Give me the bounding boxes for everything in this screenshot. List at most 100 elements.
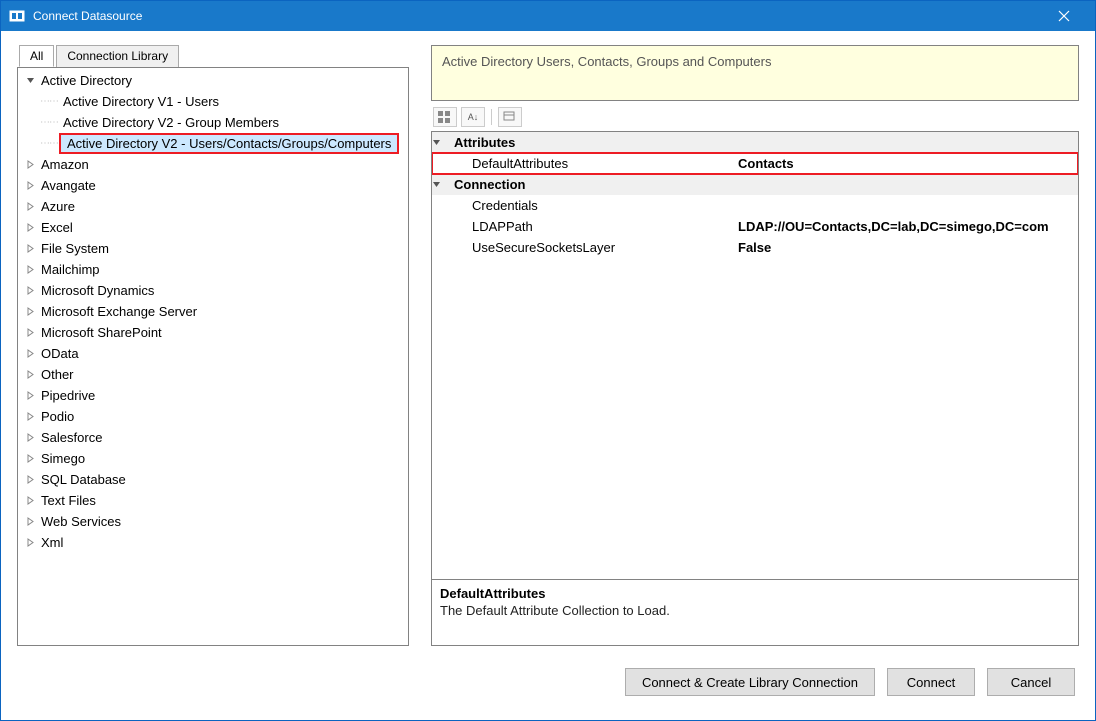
- chevron-right-icon[interactable]: [24, 348, 36, 360]
- right-panel: Active Directory Users, Contacts, Groups…: [431, 45, 1079, 646]
- tree-node-avangate[interactable]: Avangate: [18, 175, 408, 196]
- tree-item-label[interactable]: Salesforce: [38, 429, 105, 446]
- tree-node-microsoft-exchange-server[interactable]: Microsoft Exchange Server: [18, 301, 408, 322]
- tree-node-mailchimp[interactable]: Mailchimp: [18, 259, 408, 280]
- tree-connector-icon: ⋯⋯: [40, 117, 58, 128]
- titlebar: Connect Datasource: [1, 1, 1095, 31]
- tree-node-web-services[interactable]: Web Services: [18, 511, 408, 532]
- property-toolbar: A↓: [431, 105, 1079, 129]
- tree-node-sql-database[interactable]: SQL Database: [18, 469, 408, 490]
- close-button[interactable]: [1041, 1, 1087, 31]
- window-title: Connect Datasource: [33, 9, 1041, 23]
- tree-node-odata[interactable]: OData: [18, 343, 408, 364]
- chevron-right-icon[interactable]: [24, 537, 36, 549]
- category-attributes[interactable]: Attributes: [432, 132, 1078, 153]
- tree-connector-icon: ⋯⋯: [40, 138, 58, 149]
- prop-default-attributes[interactable]: DefaultAttributes Contacts: [432, 153, 1078, 174]
- tree-node-salesforce[interactable]: Salesforce: [18, 427, 408, 448]
- tree-item-label[interactable]: Microsoft Dynamics: [38, 282, 157, 299]
- tree-item-label[interactable]: Microsoft SharePoint: [38, 324, 165, 341]
- categorize-button[interactable]: [433, 107, 457, 127]
- left-panel: All Connection Library Active Directory …: [17, 45, 409, 646]
- tree-node-ad-v1-users[interactable]: ⋯⋯ Active Directory V1 - Users: [18, 91, 408, 112]
- chevron-right-icon[interactable]: [24, 411, 36, 423]
- chevron-right-icon[interactable]: [24, 285, 36, 297]
- tree-node-excel[interactable]: Excel: [18, 217, 408, 238]
- chevron-right-icon[interactable]: [24, 369, 36, 381]
- tree-item-label[interactable]: Simego: [38, 450, 88, 467]
- tree-item-label[interactable]: Mailchimp: [38, 261, 103, 278]
- chevron-right-icon[interactable]: [24, 201, 36, 213]
- tree-item-label[interactable]: Xml: [38, 534, 66, 551]
- tabs: All Connection Library: [19, 45, 409, 67]
- tree-node-amazon[interactable]: Amazon: [18, 154, 408, 175]
- tree-node-xml[interactable]: Xml: [18, 532, 408, 553]
- chevron-right-icon[interactable]: [24, 264, 36, 276]
- tree-node-ad-v2-users-contacts[interactable]: ⋯⋯ Active Directory V2 - Users/Contacts/…: [18, 133, 408, 154]
- sort-az-icon: A↓: [468, 112, 479, 122]
- tree-node-other[interactable]: Other: [18, 364, 408, 385]
- content-area: All Connection Library Active Directory …: [1, 31, 1095, 720]
- tree-node-simego[interactable]: Simego: [18, 448, 408, 469]
- chevron-right-icon[interactable]: [24, 243, 36, 255]
- close-icon: [1058, 10, 1070, 22]
- app-icon: [9, 8, 25, 24]
- prop-credentials[interactable]: Credentials: [432, 195, 1078, 216]
- tree-item-label[interactable]: OData: [38, 345, 82, 362]
- chevron-right-icon[interactable]: [24, 390, 36, 402]
- chevron-right-icon[interactable]: [24, 180, 36, 192]
- tree-item-label[interactable]: Microsoft Exchange Server: [38, 303, 200, 320]
- connect-button[interactable]: Connect: [887, 668, 975, 696]
- tree-item-label[interactable]: Pipedrive: [38, 387, 98, 404]
- tree-node-microsoft-sharepoint[interactable]: Microsoft SharePoint: [18, 322, 408, 343]
- chevron-right-icon[interactable]: [24, 474, 36, 486]
- chevron-right-icon[interactable]: [24, 495, 36, 507]
- chevron-down-icon[interactable]: [24, 75, 36, 87]
- tree-node-microsoft-dynamics[interactable]: Microsoft Dynamics: [18, 280, 408, 301]
- tree-node-podio[interactable]: Podio: [18, 406, 408, 427]
- chevron-right-icon[interactable]: [24, 306, 36, 318]
- tree-item-label[interactable]: Text Files: [38, 492, 99, 509]
- chevron-right-icon[interactable]: [24, 432, 36, 444]
- description-panel: DefaultAttributes The Default Attribute …: [431, 580, 1079, 646]
- tree-node-azure[interactable]: Azure: [18, 196, 408, 217]
- categorize-icon: [438, 111, 452, 123]
- cancel-button[interactable]: Cancel: [987, 668, 1075, 696]
- tree-item-label[interactable]: Amazon: [38, 156, 92, 173]
- tree-item-label[interactable]: Azure: [38, 198, 78, 215]
- prop-usessl[interactable]: UseSecureSocketsLayer False: [432, 237, 1078, 258]
- pages-icon: [503, 111, 517, 123]
- tree-node-pipedrive[interactable]: Pipedrive: [18, 385, 408, 406]
- tree-item-label[interactable]: Other: [38, 366, 77, 383]
- tree-item-label[interactable]: Web Services: [38, 513, 124, 530]
- tree-node-root[interactable]: Active Directory: [18, 70, 408, 91]
- prop-ldappath[interactable]: LDAPPath LDAP://OU=Contacts,DC=lab,DC=si…: [432, 216, 1078, 237]
- chevron-right-icon[interactable]: [24, 159, 36, 171]
- chevron-down-icon[interactable]: [432, 138, 450, 147]
- tree-item-label[interactable]: Avangate: [38, 177, 99, 194]
- tab-connection-library[interactable]: Connection Library: [56, 45, 179, 67]
- connect-create-library-button[interactable]: Connect & Create Library Connection: [625, 668, 875, 696]
- tree-item-label[interactable]: Excel: [38, 219, 76, 236]
- upper-panels: All Connection Library Active Directory …: [17, 45, 1079, 646]
- tab-all[interactable]: All: [19, 45, 54, 67]
- chevron-right-icon[interactable]: [24, 222, 36, 234]
- tree-node-file-system[interactable]: File System: [18, 238, 408, 259]
- datasource-tree[interactable]: Active Directory ⋯⋯ Active Directory V1 …: [17, 67, 409, 646]
- category-connection[interactable]: Connection: [432, 174, 1078, 195]
- chevron-right-icon[interactable]: [24, 327, 36, 339]
- property-pages-button[interactable]: [498, 107, 522, 127]
- chevron-down-icon[interactable]: [432, 180, 450, 189]
- tree-item-label[interactable]: Podio: [38, 408, 77, 425]
- chevron-right-icon[interactable]: [24, 516, 36, 528]
- tree-node-text-files[interactable]: Text Files: [18, 490, 408, 511]
- sort-button[interactable]: A↓: [461, 107, 485, 127]
- property-grid[interactable]: Attributes DefaultAttributes Contacts Co…: [431, 131, 1079, 580]
- chevron-right-icon[interactable]: [24, 453, 36, 465]
- tree-item-label[interactable]: SQL Database: [38, 471, 129, 488]
- footer-buttons: Connect & Create Library Connection Conn…: [17, 656, 1079, 708]
- tree-item-label[interactable]: File System: [38, 240, 112, 257]
- dialog-window: Connect Datasource All Connection Librar…: [0, 0, 1096, 721]
- banner-text: Active Directory Users, Contacts, Groups…: [442, 54, 771, 69]
- tree-node-ad-v2-groups[interactable]: ⋯⋯ Active Directory V2 - Group Members: [18, 112, 408, 133]
